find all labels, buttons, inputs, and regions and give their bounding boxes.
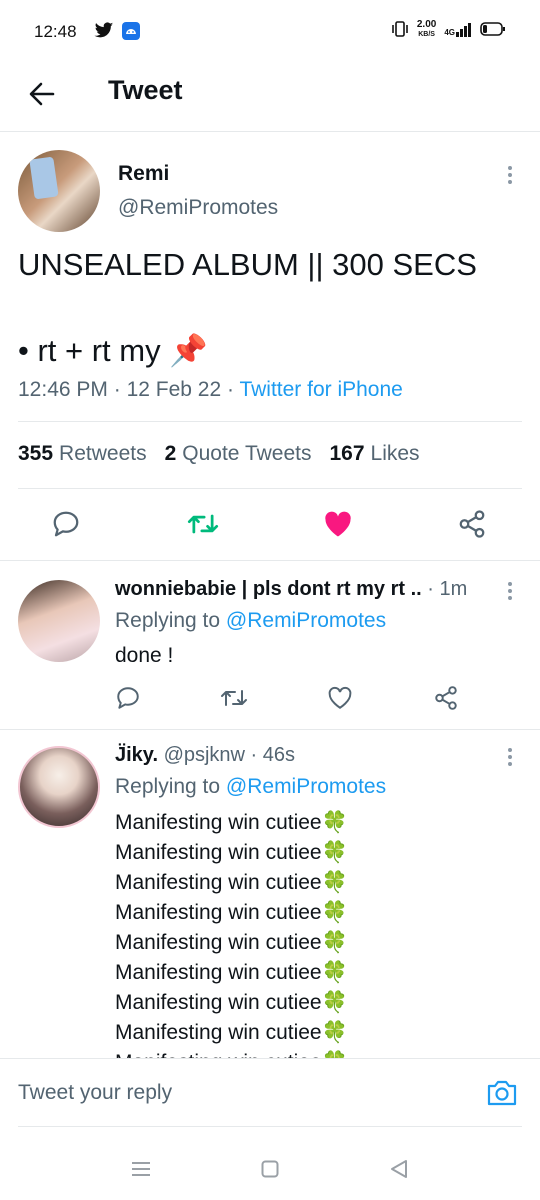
divider <box>0 560 540 561</box>
divider <box>18 421 522 422</box>
reply-tweet[interactable]: wonniebabie | pls dont rt my rt .. · 1m … <box>0 562 540 730</box>
tweet-time: 12:46 PM <box>18 378 108 401</box>
reply-icon[interactable] <box>46 504 86 544</box>
reply-input[interactable] <box>18 1081 438 1105</box>
replying-to: Replying to @RemiPromotes <box>115 775 387 798</box>
reply-text: Manifesting win cutiee🍀 Manifesting win … <box>115 808 348 1058</box>
tweet-date: 12 Feb 22 <box>126 378 222 401</box>
avatar[interactable] <box>18 150 100 232</box>
like-heart-icon[interactable] <box>318 504 358 544</box>
tweet-actions <box>0 494 540 554</box>
more-options-icon[interactable] <box>502 748 518 766</box>
more-options-icon[interactable] <box>502 582 518 600</box>
back-triangle-icon[interactable] <box>384 1154 414 1184</box>
tweet-meta: 12:46 PM · 12 Feb 22 · Twitter for iPhon… <box>18 378 403 401</box>
reply-text-line: Manifesting win cutiee🍀 <box>115 811 348 834</box>
reply-text-line: Manifesting win cutiee🍀 <box>115 841 348 864</box>
menu-icon[interactable] <box>126 1154 156 1184</box>
reply-text-line: Manifesting win cutiee🍀 <box>115 961 348 984</box>
like-heart-icon[interactable] <box>320 678 360 718</box>
retweet-icon[interactable] <box>183 504 223 544</box>
home-square-icon[interactable] <box>255 1154 285 1184</box>
reply-text-line: Manifesting win cutiee🍀 <box>115 1048 348 1058</box>
share-icon[interactable] <box>452 504 492 544</box>
author-name[interactable]: Remi <box>118 162 169 186</box>
back-arrow-icon[interactable] <box>24 76 60 112</box>
tweet-stats: 355 Retweets 2 Quote Tweets 167 Likes <box>18 442 420 466</box>
divider <box>18 488 522 489</box>
reply-author[interactable]: wonniebabie | pls dont rt my rt .. · 1m <box>115 578 467 601</box>
status-indicators: 2.00 KB/S 4G <box>391 20 506 40</box>
mention-link[interactable]: @RemiPromotes <box>226 775 386 798</box>
reply-text-line: Manifesting win cutiee🍀 <box>115 931 348 954</box>
reply-author[interactable]: J̈iky. @psjknw · 46s <box>115 744 295 767</box>
mention-link[interactable]: @RemiPromotes <box>226 609 386 632</box>
divider <box>18 1126 522 1127</box>
status-time: 12:48 <box>34 22 77 41</box>
retweet-icon[interactable] <box>214 678 254 718</box>
network-speed: 2.00 KB/S <box>416 19 437 39</box>
reply-text-line: Manifesting win cutiee🍀 <box>115 901 348 924</box>
reply-text-line: Manifesting win cutiee🍀 <box>115 1021 348 1044</box>
top-bar: Tweet <box>0 64 540 132</box>
camera-icon[interactable] <box>486 1079 518 1112</box>
status-bar: 12:48 2.00 KB/S 4G <box>0 0 540 64</box>
page-title: Tweet <box>108 75 183 105</box>
reply-text-line: Manifesting win cutiee🍀 <box>115 871 348 894</box>
avatar[interactable] <box>18 580 100 662</box>
vibrate-icon <box>391 20 409 40</box>
reply-text-line: Manifesting win cutiee🍀 <box>115 991 348 1014</box>
battery-icon <box>480 21 506 39</box>
reply-icon[interactable] <box>108 678 148 718</box>
twitter-bird-icon <box>94 22 114 44</box>
tweet-source-link[interactable]: Twitter for iPhone <box>239 378 402 401</box>
share-icon[interactable] <box>426 678 466 718</box>
reply-text: done ! <box>115 644 174 667</box>
avatar[interactable] <box>18 746 100 828</box>
more-options-icon[interactable] <box>502 166 518 184</box>
reply-compose-bar <box>0 1058 540 1128</box>
tweet-text-line: • rt + rt my 📌 <box>18 333 208 368</box>
reply-tweet[interactable]: J̈iky. @psjknw · 46s Replying to @RemiPr… <box>0 730 540 1058</box>
tweet-text: UNSEALED ALBUM || 300 SECS <box>18 247 477 282</box>
replying-to: Replying to @RemiPromotes <box>115 609 387 632</box>
system-nav-bar <box>0 1136 540 1200</box>
signal-icon: 4G <box>444 23 472 37</box>
android-app-icon <box>122 22 140 45</box>
likes-stat[interactable]: 167 Likes <box>329 442 419 466</box>
quote-tweets-stat[interactable]: 2 Quote Tweets <box>165 442 312 466</box>
retweets-stat[interactable]: 355 Retweets <box>18 442 147 466</box>
author-handle[interactable]: @RemiPromotes <box>118 196 278 220</box>
